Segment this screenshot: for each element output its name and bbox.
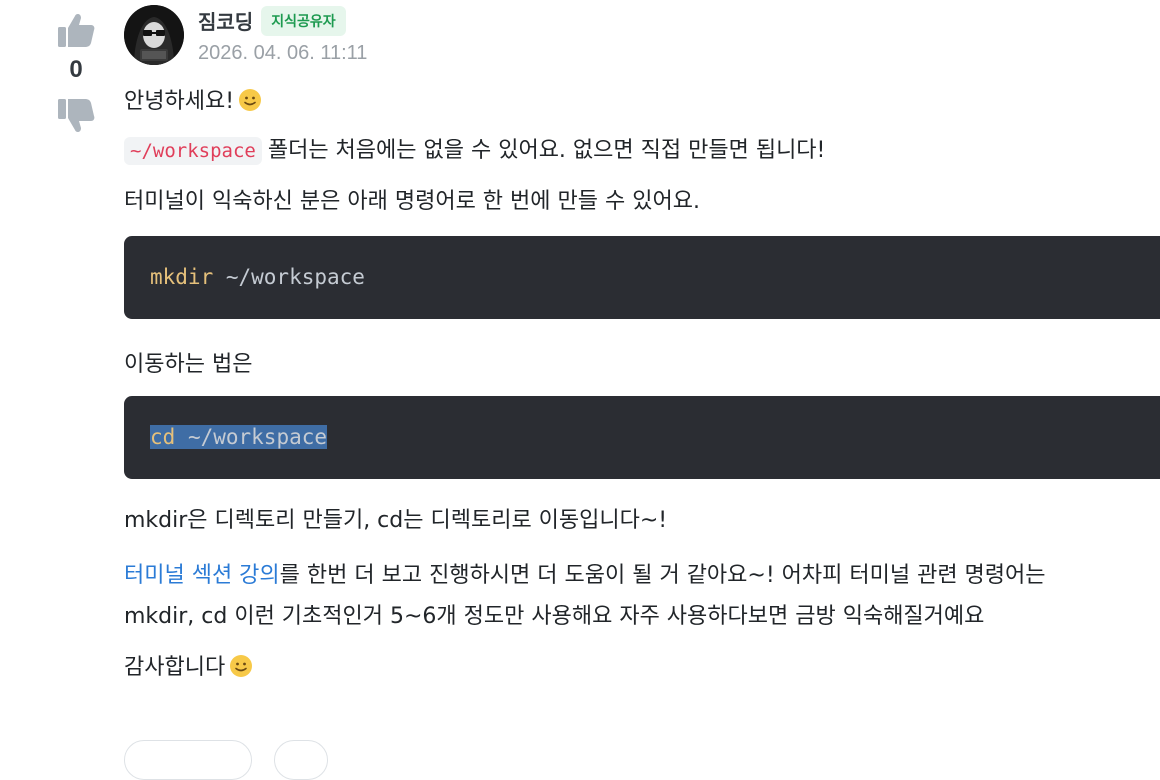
thumbs-down-icon xyxy=(58,99,95,133)
code-argument: ~/workspace xyxy=(175,425,328,450)
instructor-badge: 지식공유자 xyxy=(261,5,346,36)
explain-text: mkdir은 디렉토리 만들기, cd는 디렉토리로 이동입니다~! xyxy=(124,507,668,533)
code-command: mkdir xyxy=(150,265,214,290)
mkdir-code-block[interactable]: mkdir ~/workspace xyxy=(124,235,1160,319)
workspace-inline-code: ~/workspace xyxy=(124,137,262,166)
vote-column: 0 xyxy=(50,8,102,138)
hacker-avatar-icon xyxy=(124,5,184,65)
lecture-line1: 를 한번 더 보고 진행하시면 더 도움이 될 거 같아요~! 어차피 터미널 … xyxy=(279,562,1046,588)
move-text: 이동하는 법은 xyxy=(124,351,253,377)
upvote-button[interactable] xyxy=(54,8,98,52)
code-command: cd xyxy=(150,425,176,450)
thumbs-up-icon xyxy=(58,13,95,47)
lecture-paragraph: 터미널 섹션 강의를 한번 더 보고 진행하시면 더 도움이 될 거 같아요~!… xyxy=(124,556,1160,638)
action-circle-button[interactable] xyxy=(274,740,328,780)
smile-emoji-icon xyxy=(230,654,253,677)
terminal-paragraph: 터미널이 익숙하신 분은 아래 명령어로 한 번에 만들 수 있어요. xyxy=(124,184,1160,219)
greeting-text: 안녕하세요! xyxy=(124,89,235,114)
code-argument: ~/workspace xyxy=(213,265,365,290)
terminal-text: 터미널이 익숙하신 분은 아래 명령어로 한 번에 만들 수 있어요. xyxy=(124,189,700,215)
folder-paragraph: ~/workspace 폴더는 처음에는 없을 수 있어요. 없으면 직접 만들면… xyxy=(124,133,1160,168)
author-block: 짐코딩 지식공유자 2026. 04. 06. 11:11 xyxy=(124,4,367,66)
post-date: 2026. 04. 06. 11:11 xyxy=(198,41,368,64)
explain-paragraph: mkdir은 디렉토리 만들기, cd는 디렉토리로 이동입니다~! xyxy=(124,503,1160,538)
lecture-line2: mkdir, cd 이런 기초적인거 5~6개 정도만 사용해요 자주 사용하다… xyxy=(124,603,985,629)
author-meta: 짐코딩 지식공유자 2026. 04. 06. 11:11 xyxy=(198,5,368,65)
move-paragraph: 이동하는 법은 xyxy=(124,347,1160,382)
lecture-link[interactable]: 터미널 섹션 강의 xyxy=(124,563,280,588)
author-name[interactable]: 짐코딩 xyxy=(198,6,253,35)
answer-content: 안녕하세요! ~/workspace 폴더는 처음에는 없을 수 있어요. 없으면… xyxy=(124,84,1160,685)
greeting-paragraph: 안녕하세요! xyxy=(124,84,1160,119)
smile-emoji-icon xyxy=(239,89,262,111)
folder-text: 폴더는 처음에는 없을 수 있어요. 없으면 직접 만들면 됩니다! xyxy=(267,138,826,164)
author-name-row: 짐코딩 지식공유자 xyxy=(198,5,367,36)
vote-count: 0 xyxy=(69,56,83,83)
avatar[interactable] xyxy=(124,5,184,65)
thanks-text: 감사합니다 xyxy=(124,654,226,680)
downvote-button[interactable] xyxy=(54,94,98,138)
cd-code-block[interactable]: cd ~/workspace xyxy=(124,395,1160,479)
bottom-actions xyxy=(124,740,328,780)
selected-code: cd ~/workspace xyxy=(150,425,328,450)
thanks-paragraph: 감사합니다 xyxy=(124,650,1160,685)
action-pill-button[interactable] xyxy=(124,740,252,780)
